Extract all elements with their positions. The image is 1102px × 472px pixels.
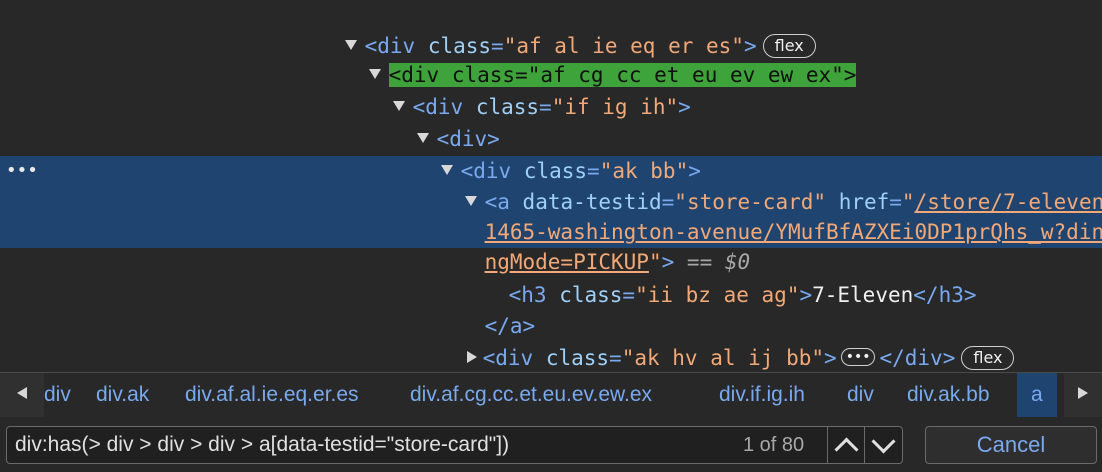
elements-tree: ••• <div class="af al ie eq er es"> flex …	[0, 0, 1102, 372]
breadcrumb-scroll-right-button[interactable]	[1064, 373, 1102, 417]
breadcrumb-item[interactable]: div.ak	[82, 373, 163, 417]
breadcrumb: div div.ak div.af.al.ie.eq.er.es div.af.…	[0, 372, 1102, 418]
breadcrumb-item[interactable]: div.ak.bb	[893, 373, 1004, 417]
tree-node-div[interactable]: <div>	[366, 93, 500, 151]
breadcrumb-item-active[interactable]: a	[1017, 373, 1057, 417]
breadcrumb-item[interactable]: div.af.al.ie.eq.er.es	[171, 373, 373, 417]
attr-value: if ig ih	[564, 95, 666, 119]
tree-node-search-match[interactable]: <div class="af cg cc et eu ev ew ex">	[318, 29, 857, 87]
breadcrumb-item[interactable]: div	[833, 373, 888, 417]
tree-node-div[interactable]: <div class="ak bb">	[390, 125, 701, 183]
tree-node-href-cont: ngMode=PICKUP"> == $0	[484, 250, 751, 274]
more-options-icon[interactable]: •••	[6, 160, 38, 181]
breadcrumb-item[interactable]: div	[44, 373, 85, 417]
node-text: 7-Eleven	[812, 283, 914, 307]
collapsed-children-badge[interactable]: •••	[840, 348, 876, 366]
triangle-left-icon	[17, 387, 27, 399]
cancel-button[interactable]: Cancel	[925, 426, 1097, 464]
tree-node-div[interactable]: <div class="if ig ih">	[342, 61, 691, 119]
tree-node-close-div[interactable]: </div>	[410, 343, 536, 372]
match-count: 1 of 80	[743, 434, 805, 456]
chevron-down-icon	[870, 428, 896, 454]
attr-name: class	[545, 346, 610, 370]
breadcrumb-scroll-left-button[interactable]	[0, 373, 44, 417]
tree-node-div-flex[interactable]: <div class="af al ie eq er es"> flex	[294, 0, 816, 58]
tree-node-h3[interactable]: <h3 class="ii bz ae ag">7-Eleven</h3>	[458, 249, 977, 307]
breadcrumb-list: div div.ak div.af.al.ie.eq.er.es div.af.…	[44, 373, 1064, 417]
search-input[interactable]: div:has(> div > div > div > a[data-testi…	[15, 427, 725, 463]
search-bar: div:has(> div > div > div > a[data-testi…	[0, 417, 1102, 472]
attr-name: class	[559, 283, 623, 307]
attr-value: ak hv al ij bb	[634, 346, 812, 370]
breadcrumb-item[interactable]: div.af.cg.cc.et.eu.ev.ew.ex	[396, 373, 666, 417]
flex-badge[interactable]: flex	[961, 346, 1015, 370]
tree-node-selected-anchor[interactable]: <a data-testid="store-card" href="/store…	[414, 156, 1102, 214]
triangle-right-icon	[1078, 387, 1088, 399]
breadcrumb-item[interactable]: div.if.ig.ih	[705, 373, 819, 417]
next-match-button[interactable]	[864, 427, 901, 463]
tree-node-div-collapsed[interactable]: <div class="ak hv al ij bb"> ••• </div> fle…	[416, 312, 1015, 370]
tree-node-close-a[interactable]: </a>	[434, 280, 536, 338]
search-box: div:has(> div > div > div > a[data-testi…	[6, 426, 903, 464]
previous-match-button[interactable]	[827, 427, 864, 463]
attr-value: ii bz ae ag	[647, 283, 787, 307]
chevron-up-icon	[833, 436, 859, 462]
tree-node-href-cont: 1465-washington-avenue/YMufBfAZXEi0DP1pr…	[434, 186, 1102, 244]
